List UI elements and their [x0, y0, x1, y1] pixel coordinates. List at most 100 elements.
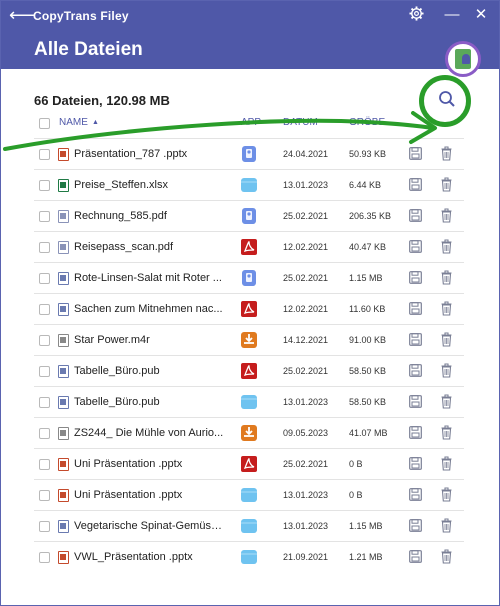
trash-icon[interactable] — [441, 456, 452, 471]
save-icon[interactable] — [409, 457, 422, 470]
trash-icon[interactable] — [441, 146, 452, 161]
file-row[interactable]: Reisepass_scan.pdf 12.02.2021 40.47 KB — [34, 231, 464, 262]
back-arrow-icon[interactable]: ⟵ — [9, 6, 35, 24]
trash-icon[interactable] — [441, 208, 452, 223]
trash-icon[interactable] — [441, 177, 452, 192]
phone-icon — [455, 49, 471, 69]
row-checkbox[interactable] — [39, 397, 50, 408]
file-name: Präsentation_787 .pptx — [74, 148, 188, 160]
trash-icon[interactable] — [441, 394, 452, 409]
document-app-icon — [240, 269, 258, 287]
search-icon — [439, 91, 455, 107]
file-row[interactable]: Rechnung_585.pdf 25.02.2021 206.35 KB — [34, 200, 464, 231]
file-size: 1.15 MB — [349, 273, 383, 283]
folder-app-icon — [240, 486, 258, 504]
save-icon[interactable] — [409, 302, 422, 315]
file-row[interactable]: Star Power.m4r 14.12.2021 91.00 KB — [34, 324, 464, 355]
row-checkbox[interactable] — [39, 273, 50, 284]
save-icon[interactable] — [409, 364, 422, 377]
row-checkbox[interactable] — [39, 149, 50, 160]
xlsx-file-icon — [58, 179, 69, 192]
trash-icon[interactable] — [441, 549, 452, 564]
save-icon[interactable] — [409, 488, 422, 501]
file-row[interactable]: Uni Präsentation .pptx 25.02.2021 0 B — [34, 448, 464, 479]
file-row[interactable]: Tabelle_Büro.pub 25.02.2021 58.50 KB — [34, 355, 464, 386]
settings-gear-icon[interactable] — [405, 6, 427, 24]
sort-ascending-icon: ▲ — [92, 119, 99, 126]
trash-icon[interactable] — [441, 363, 452, 378]
account-avatar[interactable] — [445, 41, 481, 77]
file-row[interactable]: Vegetarische Spinat-Gemüse... 13.01.2023 1… — [34, 510, 464, 541]
file-size: 6.44 KB — [349, 180, 382, 190]
file-date: 13.01.2023 — [283, 490, 329, 500]
file-name: ZS244_ Die Mühle von Aurio... — [74, 427, 224, 439]
app-window: ⟵ CopyTrans Filey — ✕ Alle Dateien 66 Da… — [0, 0, 500, 606]
file-name: Rote-Linsen-Salat mit Roter ... — [74, 272, 222, 284]
file-date: 09.05.2023 — [283, 428, 329, 438]
column-app[interactable]: APP — [241, 117, 261, 128]
row-checkbox[interactable] — [39, 304, 50, 315]
file-row[interactable]: Preise_Steffen.xlsx 13.01.2023 6.44 KB — [34, 169, 464, 200]
row-checkbox[interactable] — [39, 459, 50, 470]
row-checkbox[interactable] — [39, 366, 50, 377]
save-icon[interactable] — [409, 178, 422, 191]
file-date: 14.12.2021 — [283, 335, 329, 345]
trash-icon[interactable] — [441, 239, 452, 254]
search-button[interactable] — [437, 89, 457, 109]
file-row[interactable]: Präsentation_787 .pptx 24.04.2021 50.93 KB — [34, 138, 464, 169]
select-all-checkbox[interactable] — [39, 118, 50, 129]
save-icon[interactable] — [409, 519, 422, 532]
column-size[interactable]: GRÖBE — [349, 117, 385, 128]
header-bar: ⟵ CopyTrans Filey — ✕ Alle Dateien — [1, 1, 499, 69]
save-icon[interactable] — [409, 147, 422, 160]
save-icon[interactable] — [409, 550, 422, 563]
file-size: 1.15 MB — [349, 521, 383, 531]
row-checkbox[interactable] — [39, 211, 50, 222]
row-checkbox[interactable] — [39, 180, 50, 191]
doc-file-icon — [58, 303, 69, 316]
save-icon[interactable] — [409, 271, 422, 284]
trash-icon[interactable] — [441, 332, 452, 347]
save-icon[interactable] — [409, 209, 422, 222]
file-size: 50.93 KB — [349, 149, 387, 159]
file-row[interactable]: Uni Präsentation .pptx 13.01.2023 0 B — [34, 479, 464, 510]
trash-icon[interactable] — [441, 487, 452, 502]
save-icon[interactable] — [409, 395, 422, 408]
minimize-button[interactable]: — — [441, 6, 463, 24]
file-name: Reisepass_scan.pdf — [74, 241, 174, 253]
file-date: 25.02.2021 — [283, 366, 329, 376]
column-date[interactable]: DATUM — [283, 117, 318, 128]
music-app-icon — [240, 424, 258, 442]
row-checkbox[interactable] — [39, 521, 50, 532]
close-button[interactable]: ✕ — [470, 6, 492, 24]
column-name[interactable]: NAME — [59, 117, 88, 128]
file-size: 58.50 KB — [349, 397, 387, 407]
save-icon[interactable] — [409, 240, 422, 253]
file-row[interactable]: VWL_Präsentation .pptx 21.09.2021 1.21 MB — [34, 541, 464, 572]
file-date: 24.04.2021 — [283, 149, 329, 159]
folder-app-icon — [240, 548, 258, 566]
save-icon[interactable] — [409, 426, 422, 439]
row-checkbox[interactable] — [39, 335, 50, 346]
file-name: Tabelle_Büro.pub — [74, 365, 160, 377]
file-size: 1.21 MB — [349, 552, 383, 562]
file-size: 0 B — [349, 490, 363, 500]
row-checkbox[interactable] — [39, 242, 50, 253]
document-app-icon — [240, 207, 258, 225]
document-app-icon — [240, 145, 258, 163]
row-checkbox[interactable] — [39, 490, 50, 501]
file-date: 25.02.2021 — [283, 211, 329, 221]
trash-icon[interactable] — [441, 301, 452, 316]
file-row[interactable]: ZS244_ Die Mühle von Aurio... 09.05.2023 4… — [34, 417, 464, 448]
trash-icon[interactable] — [441, 425, 452, 440]
file-row[interactable]: Sachen zum Mitnehmen nac... 12.02.2021 11.… — [34, 293, 464, 324]
folder-app-icon — [240, 176, 258, 194]
file-row[interactable]: Rote-Linsen-Salat mit Roter ... 25.02.202… — [34, 262, 464, 293]
save-icon[interactable] — [409, 333, 422, 346]
row-checkbox[interactable] — [39, 552, 50, 563]
file-row[interactable]: Tabelle_Büro.pub 13.01.2023 58.50 KB — [34, 386, 464, 417]
row-checkbox[interactable] — [39, 428, 50, 439]
pdf-app-icon — [240, 362, 258, 380]
trash-icon[interactable] — [441, 518, 452, 533]
trash-icon[interactable] — [441, 270, 452, 285]
